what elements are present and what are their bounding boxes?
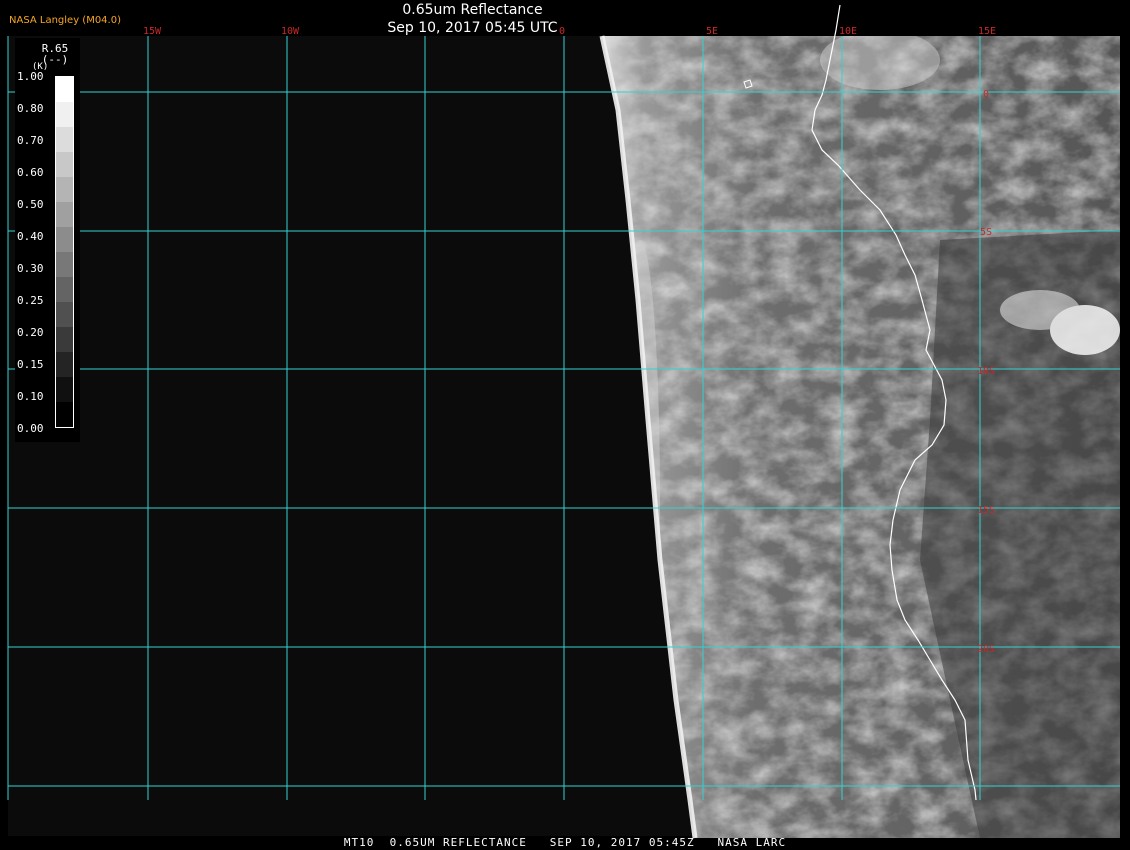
- legend-label: 0.25: [17, 294, 44, 307]
- footer-caption: MT10 0.65UM REFLECTANCE SEP 10, 2017 05:…: [0, 836, 1130, 849]
- legend-swatch: [56, 152, 73, 177]
- legend-label: 1.00: [17, 70, 44, 83]
- legend-label: 0.10: [17, 390, 44, 403]
- legend-swatch: [56, 77, 73, 102]
- footer-source: NASA LARC: [717, 836, 787, 849]
- legend-swatch: [56, 202, 73, 227]
- legend-label: 0.50: [17, 198, 44, 211]
- legend-swatch: [56, 327, 73, 352]
- legend-swatch: [56, 177, 73, 202]
- latitude-label: 20S: [977, 644, 995, 655]
- map-title: 0.65um Reflectance: [402, 2, 543, 18]
- legend-color-bar: [55, 76, 74, 428]
- footer-date: SEP 10, 2017 05:45Z: [549, 836, 695, 849]
- legend-label: 0.60: [17, 166, 44, 179]
- legend-swatch: [56, 402, 73, 427]
- legend-swatch: [56, 102, 73, 127]
- latitude-label: 10S: [977, 366, 995, 377]
- footer-channel: 0.65UM REFLECTANCE: [389, 836, 527, 849]
- legend-label: 0.70: [17, 134, 44, 147]
- color-legend: R.65 (--) (K) 1.00 0.80 0.70 0.60 0.50 0.40 0.…: [15, 38, 80, 442]
- legend-swatch: [56, 377, 73, 402]
- latitude-label: 15S: [977, 505, 995, 516]
- footer-product: MT10: [343, 836, 375, 849]
- longitude-label: 15E: [978, 26, 996, 37]
- latitude-label: 0: [983, 89, 989, 100]
- legend-label: 0.80: [17, 102, 44, 115]
- legend-swatch: [56, 302, 73, 327]
- legend-label: 0.20: [17, 326, 44, 339]
- legend-swatch: [56, 127, 73, 152]
- satellite-map: 15W 10W 0 5E 10E 15E05S10S15S20S: [7, 4, 1120, 839]
- legend-label: 0.30: [17, 262, 44, 275]
- map-datetime: Sep 10, 2017 05:45 UTC: [387, 20, 558, 36]
- legend-swatch: [56, 227, 73, 252]
- legend-label: 0.40: [17, 230, 44, 243]
- legend-swatch: [56, 352, 73, 377]
- legend-label: 0.00: [17, 422, 44, 435]
- legend-swatch: [56, 252, 73, 277]
- latitude-label: 5S: [980, 227, 992, 238]
- legend-swatch: [56, 277, 73, 302]
- legend-label: 0.15: [17, 358, 44, 371]
